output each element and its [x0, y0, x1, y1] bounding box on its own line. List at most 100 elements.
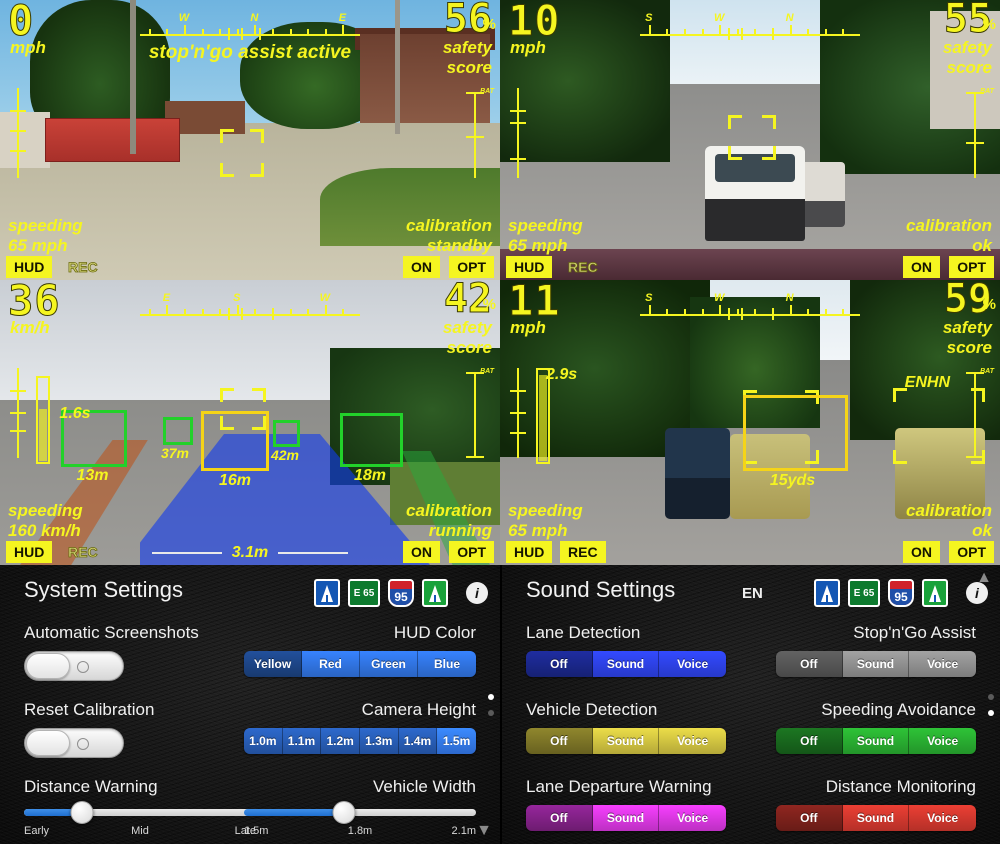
calibration-label: calibration [406, 501, 492, 520]
opt-button[interactable]: OPT [449, 255, 494, 278]
setting-label: Automatic Screenshots [24, 623, 199, 642]
segment-option[interactable]: Voice [909, 651, 976, 677]
speeding-avoidance-segmented[interactable]: Off Sound Voice [776, 728, 976, 754]
enhance-label: ENHN [904, 374, 950, 392]
info-icon[interactable]: i [466, 582, 488, 604]
motorway-sign-green-icon[interactable] [922, 579, 948, 607]
segment-option[interactable]: Sound [842, 805, 910, 831]
hud-color-segmented[interactable]: Yellow Red Green Blue [244, 651, 476, 677]
segment-option[interactable]: Off [776, 651, 843, 677]
segment-option[interactable]: Sound [592, 805, 660, 831]
setting-vehicle-width: Vehicle Width 1.5m 1.8m 2.1m [244, 777, 476, 839]
speed-unit: km/h [10, 318, 50, 337]
euro-route-sign-icon[interactable]: E 65 [348, 579, 380, 607]
setting-label: Stop'n'Go Assist [853, 623, 976, 642]
rec-button[interactable]: REC [560, 540, 606, 563]
on-button[interactable]: ON [403, 540, 440, 563]
language-indicator[interactable]: EN [742, 585, 763, 602]
segment-option[interactable]: 1.4m [398, 728, 438, 754]
segment-option[interactable]: 1.5m [437, 728, 476, 754]
page-indicator[interactable] [988, 684, 994, 726]
motorway-sign-green-icon[interactable] [422, 579, 448, 607]
page-title: System Settings [24, 577, 183, 602]
on-button[interactable]: ON [903, 255, 940, 278]
distance-monitoring-segmented[interactable]: Off Sound Voice [776, 805, 976, 831]
segment-option[interactable]: 1.0m [244, 728, 283, 754]
calibration-label: calibration [906, 216, 992, 235]
system-settings-panel: System Settings E 65 95 i Automatic Scre… [0, 565, 500, 844]
compass-label-n: N [785, 292, 794, 304]
rec-button[interactable]: REC [60, 256, 106, 278]
lane-departure-warning-segmented[interactable]: Off Sound Voice [526, 805, 726, 831]
segment-option[interactable]: 1.3m [359, 728, 399, 754]
safety-score-percent: % [982, 296, 996, 313]
on-button[interactable]: ON [903, 540, 940, 563]
page-indicator[interactable] [488, 684, 494, 726]
hud-panel-village[interactable]: 0 mph 56 % safety score stop'n'go assist… [0, 0, 500, 280]
distance-warning-slider[interactable] [24, 801, 256, 824]
segment-option[interactable]: Voice [909, 805, 976, 831]
interstate-shield-icon[interactable]: 95 [388, 579, 414, 607]
scroll-down-icon[interactable]: ▼ [476, 822, 492, 840]
compass-label-n: N [785, 12, 794, 24]
segment-option[interactable]: 1.1m [282, 728, 322, 754]
scroll-up-icon[interactable]: ▲ [976, 569, 992, 587]
rec-button[interactable]: REC [560, 256, 606, 278]
opt-button[interactable]: OPT [449, 540, 494, 563]
segment-option[interactable]: Voice [659, 651, 726, 677]
opt-button[interactable]: OPT [949, 540, 994, 563]
opt-button[interactable]: OPT [949, 255, 994, 278]
segment-option[interactable]: Sound [842, 651, 910, 677]
hud-panel-suburb[interactable]: 11 mph 59 % safety score S W N 2.9s BAT [500, 280, 1000, 565]
interstate-shield-icon[interactable]: 95 [888, 579, 914, 607]
automatic-screenshots-toggle[interactable] [24, 651, 124, 681]
setting-distance-monitoring: Distance Monitoring Off Sound Voice [744, 777, 976, 831]
segment-option[interactable]: Voice [659, 805, 726, 831]
left-gauge [510, 368, 526, 458]
segment-option[interactable]: Voice [659, 728, 726, 754]
motorway-sign-blue-icon[interactable] [814, 579, 840, 607]
vehicle-box [340, 412, 403, 467]
vehicle-distance: 37m [160, 445, 190, 462]
segment-option[interactable]: Yellow [244, 651, 302, 677]
compass-strip: S W N [640, 292, 860, 320]
hud-panel-city[interactable]: 10 mph 55 % safety score S W N BAT speed… [500, 0, 1000, 280]
camera-height-segmented[interactable]: 1.0m 1.1m 1.2m 1.3m 1.4m 1.5m [244, 728, 476, 754]
hud-panel-motorway[interactable]: 36 km/h 42 % safety score E S W BAT 13m … [0, 280, 500, 565]
segment-option[interactable]: Sound [592, 651, 660, 677]
segment-option[interactable]: Green [360, 651, 418, 677]
rec-button[interactable]: REC [60, 541, 106, 563]
battery-label: BAT [480, 368, 494, 375]
hud-button[interactable]: HUD [6, 540, 53, 563]
segment-option[interactable]: Off [526, 805, 593, 831]
hud-button[interactable]: HUD [6, 255, 53, 278]
stop-n-go-assist-segmented[interactable]: Off Sound Voice [776, 651, 976, 677]
segment-option[interactable]: Off [526, 728, 593, 754]
on-button[interactable]: ON [403, 255, 440, 278]
hud-button[interactable]: HUD [506, 255, 553, 278]
euro-route-sign-icon[interactable]: E 65 [848, 579, 880, 607]
lane-detection-segmented[interactable]: Off Sound Voice [526, 651, 726, 677]
vehicle-detection-segmented[interactable]: Off Sound Voice [526, 728, 726, 754]
safety-score-percent: % [982, 16, 996, 33]
vehicle-box-primary [742, 395, 848, 471]
reset-calibration-toggle[interactable] [24, 728, 124, 758]
setting-lane-departure-warning: Lane Departure Warning Off Sound Voice [526, 777, 758, 831]
vehicle-width-slider[interactable] [244, 801, 476, 824]
segment-option[interactable]: Off [776, 728, 843, 754]
segment-option[interactable]: Off [776, 805, 843, 831]
segment-option[interactable]: 1.2m [321, 728, 360, 754]
sign-icon-group: E 65 95 [814, 579, 948, 607]
segment-option[interactable]: Sound [592, 728, 660, 754]
screenshot-grid: 0 mph 56 % safety score stop'n'go assist… [0, 0, 1000, 844]
interstate-number: 95 [390, 589, 412, 605]
segment-option[interactable]: Off [526, 651, 593, 677]
segment-option[interactable]: Voice [909, 728, 976, 754]
segment-option[interactable]: Red [302, 651, 360, 677]
segment-option[interactable]: Sound [842, 728, 910, 754]
motorway-sign-blue-icon[interactable] [314, 579, 340, 607]
compass-label-w: W [178, 12, 190, 24]
hud-button[interactable]: HUD [506, 540, 553, 563]
segment-option[interactable]: Blue [418, 651, 476, 677]
compass-strip: E S W [140, 292, 360, 320]
